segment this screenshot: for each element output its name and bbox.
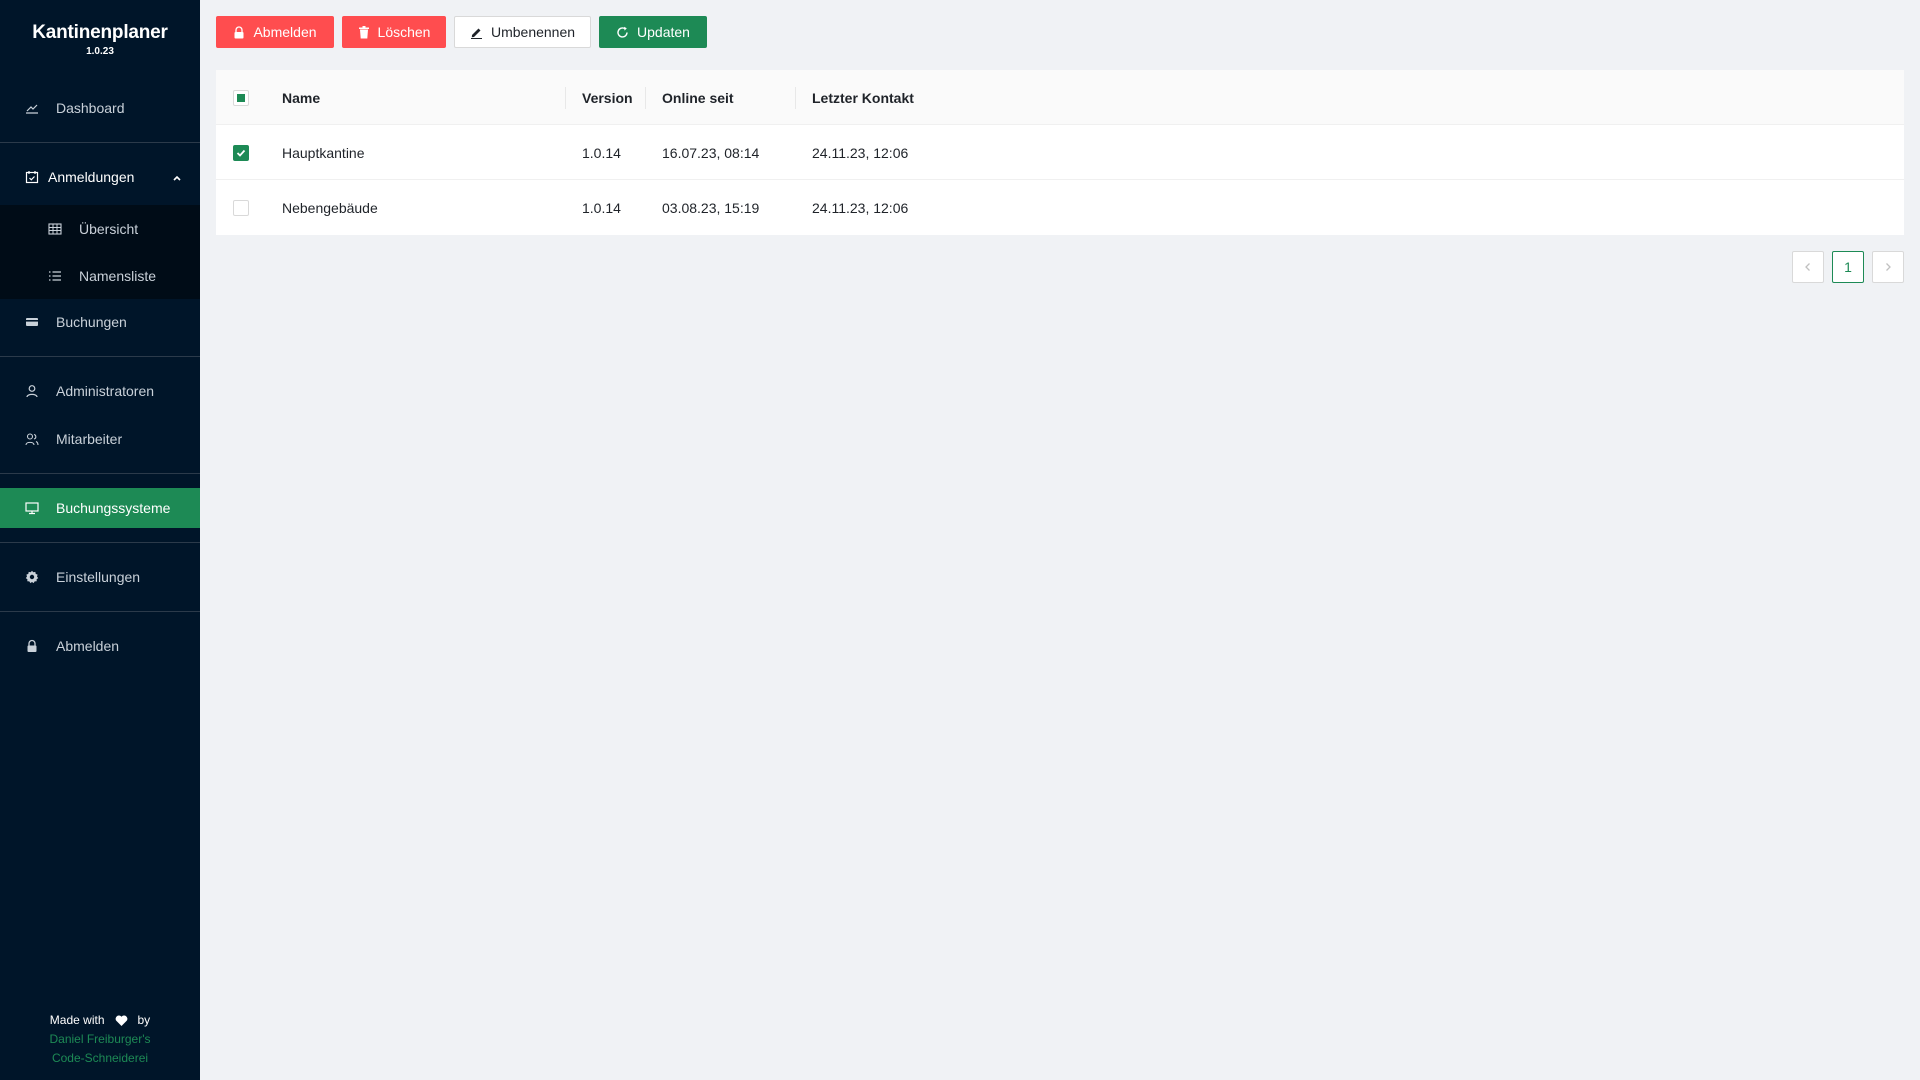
select-all-cell [233,70,249,125]
sidebar-item-label: Buchungssysteme [56,500,171,516]
chevron-right-icon [1886,263,1891,271]
cell-online-since: 03.08.23, 15:19 [662,199,760,216]
sidebar-item-logout[interactable]: Abmelden [0,626,200,666]
list-icon [47,268,63,284]
sidebar-item-label: Dashboard [56,100,125,116]
trash-icon [358,25,370,39]
sidebar-item-registrations[interactable]: Anmeldungen [0,157,200,197]
sidebar-item-bookings[interactable]: Buchungen [0,302,200,342]
pagination-page[interactable]: 1 [1832,251,1864,283]
gear-icon [24,569,40,585]
divider [0,542,200,543]
sidebar-item-employees[interactable]: Mitarbeiter [0,419,200,459]
user-icon [24,383,40,399]
credit-card-icon [24,314,40,330]
sidebar-item-label: Übersicht [79,221,139,237]
sidebar-item-name-list[interactable]: Namensliste [0,253,200,299]
sidebar: Kantinenplaner 1.0.23 Dashboard Anmeldun… [0,0,200,1080]
line-chart-icon [24,100,40,116]
by-text: by [137,1013,151,1027]
made-with-text: Made with [49,1013,105,1027]
app-version: 1.0.23 [86,46,114,57]
booking-systems-table: Name Version Online seit Letzter Kontakt… [216,70,1904,235]
sidebar-item-label: Anmeldungen [48,169,135,185]
sidebar-item-label: Mitarbeiter [56,431,123,447]
cell-name: Nebengebäude [282,199,378,216]
heart-icon [115,1015,128,1027]
cell-last-contact: 24.11.23, 12:06 [812,144,909,161]
delete-button-label: Löschen [377,24,431,40]
logout-button[interactable]: Abmelden [216,16,334,48]
calendar-check-icon [24,169,40,185]
author-link-line1[interactable]: Daniel Freiburger's [0,1030,200,1049]
divider [0,473,200,474]
footer: Made with by Daniel Freiburger's Code-Sc… [0,1011,200,1068]
check-icon [236,149,246,157]
sidebar-item-label: Administratoren [56,383,155,399]
author-link-line2[interactable]: Code-Schneiderei [0,1049,200,1068]
app-name: Kantinenplaner [32,22,168,43]
column-header-last-contact[interactable]: Letzter Kontakt [812,70,914,125]
edit-icon [470,26,483,39]
table-icon [47,221,63,237]
brand: Kantinenplaner 1.0.23 [0,0,200,80]
cell-online-since: 16.07.23, 08:14 [662,144,760,161]
table-row[interactable]: Hauptkantine 1.0.14 16.07.23, 08:14 24.1… [216,125,1904,180]
divider [0,611,200,612]
select-all-checkbox[interactable] [233,89,249,106]
divider [0,142,200,143]
update-button[interactable]: Updaten [599,16,707,48]
column-header-name[interactable]: Name [282,70,320,125]
divider [0,356,200,357]
pagination-prev-button[interactable] [1792,251,1824,283]
column-separator [565,87,566,109]
column-separator [795,87,796,109]
row-select-cell [233,125,249,180]
logout-button-label: Abmelden [253,24,317,40]
cell-last-contact: 24.11.23, 12:06 [812,199,909,216]
update-button-label: Updaten [637,24,690,40]
made-with-line: Made with by [0,1011,200,1030]
column-header-version[interactable]: Version [582,70,633,125]
sidebar-item-label: Abmelden [56,638,120,654]
lock-icon [233,25,245,39]
chevron-up-icon [172,170,182,186]
desktop-icon [24,500,40,516]
sidebar-item-label: Buchungen [56,314,127,330]
pagination-next-button[interactable] [1872,251,1904,283]
sidebar-item-administrators[interactable]: Administratoren [0,371,200,411]
column-separator [645,87,646,109]
column-header-online-since[interactable]: Online seit [662,70,734,125]
sidebar-item-label: Einstellungen [56,569,141,585]
table-header: Name Version Online seit Letzter Kontakt [216,70,1904,125]
row-select-cell [233,180,249,235]
sidebar-item-settings[interactable]: Einstellungen [0,557,200,597]
cell-version: 1.0.14 [582,144,621,161]
row-checkbox[interactable] [233,144,249,161]
sidebar-item-label: Namensliste [79,268,157,284]
rename-button-label: Umbenennen [490,24,576,40]
team-icon [24,431,40,447]
rename-button[interactable]: Umbenennen [454,16,591,48]
reload-icon [616,26,629,39]
cell-version: 1.0.14 [582,199,621,216]
lock-icon [24,638,40,654]
sidebar-item-overview[interactable]: Übersicht [0,205,200,253]
table-row[interactable]: Nebengebäude 1.0.14 03.08.23, 15:19 24.1… [216,180,1904,235]
sidebar-item-dashboard[interactable]: Dashboard [0,88,200,128]
row-checkbox[interactable] [233,199,249,216]
cell-name: Hauptkantine [282,144,365,161]
chevron-left-icon [1805,263,1810,271]
delete-button[interactable]: Löschen [342,16,446,48]
sidebar-item-booking-systems[interactable]: Buchungssysteme [0,488,200,528]
